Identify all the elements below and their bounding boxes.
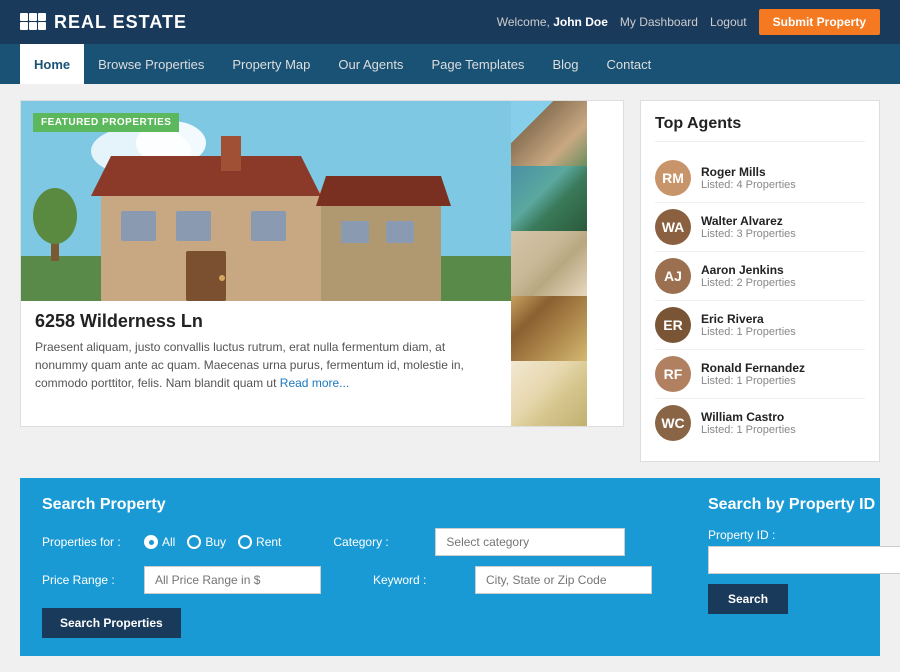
logout-link[interactable]: Logout <box>710 15 747 29</box>
agent-item-3[interactable]: ER Eric Rivera Listed: 1 Properties <box>655 301 865 350</box>
agent-info-5: William Castro Listed: 1 Properties <box>701 410 796 436</box>
agent-listed-1: Listed: 3 Properties <box>701 228 796 240</box>
main-nav: Home Browse Properties Property Map Our … <box>0 44 900 84</box>
agent-avatar-1: WA <box>655 209 691 245</box>
agent-info-1: Walter Alvarez Listed: 3 Properties <box>701 214 796 240</box>
agent-info-4: Ronald Fernandez Listed: 1 Properties <box>701 361 805 387</box>
main-content: Featured Properties <box>0 84 900 478</box>
agent-avatar-4: RF <box>655 356 691 392</box>
agent-avatar-3: ER <box>655 307 691 343</box>
agent-name-1: Walter Alvarez <box>701 214 796 228</box>
welcome-text: Welcome, John Doe <box>497 15 608 29</box>
agent-avatar-2: AJ <box>655 258 691 294</box>
agent-listed-4: Listed: 1 Properties <box>701 375 805 387</box>
agent-avatar-5: WC <box>655 405 691 441</box>
thumbnail-1[interactable] <box>511 101 587 166</box>
nav-item-agents[interactable]: Our Agents <box>324 44 417 84</box>
agent-item-1[interactable]: WA Walter Alvarez Listed: 3 Properties <box>655 203 865 252</box>
price-input[interactable] <box>144 566 321 594</box>
radio-all[interactable]: All <box>144 535 175 549</box>
logo-text: REAL ESTATE <box>54 12 187 33</box>
thumbnail-2[interactable] <box>511 166 587 231</box>
thumbnail-list <box>511 101 587 426</box>
property-title: 6258 Wilderness Ln <box>35 311 497 332</box>
featured-badge: Featured Properties <box>33 113 179 132</box>
properties-for-row: Properties for : All Buy Rent Category : <box>42 528 652 556</box>
category-label: Category : <box>333 535 423 549</box>
search-properties-button[interactable]: Search Properties <box>42 608 181 638</box>
agent-listed-2: Listed: 2 Properties <box>701 277 796 289</box>
main-image-area: Featured Properties <box>21 101 511 426</box>
thumbnail-4[interactable] <box>511 296 587 361</box>
agent-item-2[interactable]: AJ Aaron Jenkins Listed: 2 Properties <box>655 252 865 301</box>
property-info: 6258 Wilderness Ln Praesent aliquam, jus… <box>21 301 511 404</box>
agents-list: RM Roger Mills Listed: 4 Properties WA W… <box>655 154 865 447</box>
agent-listed-0: Listed: 4 Properties <box>701 179 796 191</box>
logo-icon <box>20 9 46 36</box>
agent-item-0[interactable]: RM Roger Mills Listed: 4 Properties <box>655 154 865 203</box>
search-left: Search Property Properties for : All Buy… <box>42 496 652 638</box>
radio-rent-dot <box>238 535 252 549</box>
agents-title: Top Agents <box>655 115 865 142</box>
agent-info-3: Eric Rivera Listed: 1 Properties <box>701 312 796 338</box>
nav-item-templates[interactable]: Page Templates <box>417 44 538 84</box>
dashboard-link[interactable]: My Dashboard <box>620 15 698 29</box>
nav-item-map[interactable]: Property Map <box>218 44 324 84</box>
nav-item-home[interactable]: Home <box>20 44 84 84</box>
submit-property-button[interactable]: Submit Property <box>759 9 880 35</box>
nav-item-browse[interactable]: Browse Properties <box>84 44 218 84</box>
radio-rent[interactable]: Rent <box>238 535 281 549</box>
agent-info-0: Roger Mills Listed: 4 Properties <box>701 165 796 191</box>
property-id-input[interactable] <box>708 546 900 574</box>
agent-name-5: William Castro <box>701 410 796 424</box>
agent-name-4: Ronald Fernandez <box>701 361 805 375</box>
agent-item-4[interactable]: RF Ronald Fernandez Listed: 1 Properties <box>655 350 865 399</box>
nav-item-contact[interactable]: Contact <box>592 44 665 84</box>
nav-item-blog[interactable]: Blog <box>538 44 592 84</box>
radio-group-for: All Buy Rent <box>144 535 281 549</box>
agent-avatar-0: RM <box>655 160 691 196</box>
agent-name-0: Roger Mills <box>701 165 796 179</box>
agent-name-3: Eric Rivera <box>701 312 796 326</box>
radio-buy-dot <box>187 535 201 549</box>
thumbnail-3[interactable] <box>511 231 587 296</box>
property-id-label: Property ID : <box>708 528 900 542</box>
agent-item-5[interactable]: WC William Castro Listed: 1 Properties <box>655 399 865 447</box>
logo: REAL ESTATE <box>20 9 187 36</box>
agents-panel: Top Agents RM Roger Mills Listed: 4 Prop… <box>640 100 880 462</box>
search-section: Search Property Properties for : All Buy… <box>20 478 880 656</box>
radio-all-dot <box>144 535 158 549</box>
property-description: Praesent aliquam, justo convallis luctus… <box>35 338 497 392</box>
agent-info-2: Aaron Jenkins Listed: 2 Properties <box>701 263 796 289</box>
price-row: Price Range : Keyword : <box>42 566 652 594</box>
price-label: Price Range : <box>42 573 132 587</box>
properties-for-label: Properties for : <box>42 535 132 549</box>
top-bar: REAL ESTATE Welcome, John Doe My Dashboa… <box>0 0 900 44</box>
agent-listed-5: Listed: 1 Properties <box>701 424 796 436</box>
search-title: Search Property <box>42 496 652 514</box>
agent-name-2: Aaron Jenkins <box>701 263 796 277</box>
search-by-id-title: Search by Property ID <box>708 496 900 514</box>
featured-wrapper: Featured Properties <box>20 100 624 427</box>
radio-buy[interactable]: Buy <box>187 535 226 549</box>
top-right-area: Welcome, John Doe My Dashboard Logout Su… <box>497 9 880 35</box>
read-more-link[interactable]: Read more... <box>280 376 349 390</box>
thumbnail-5[interactable] <box>511 361 587 426</box>
category-input[interactable] <box>435 528 625 556</box>
agent-listed-3: Listed: 1 Properties <box>701 326 796 338</box>
keyword-label: Keyword : <box>373 573 463 587</box>
id-search-button[interactable]: Search <box>708 584 788 614</box>
featured-section: Featured Properties <box>20 100 624 462</box>
keyword-input[interactable] <box>475 566 652 594</box>
search-right: Search by Property ID Property ID : Sear… <box>708 496 900 614</box>
